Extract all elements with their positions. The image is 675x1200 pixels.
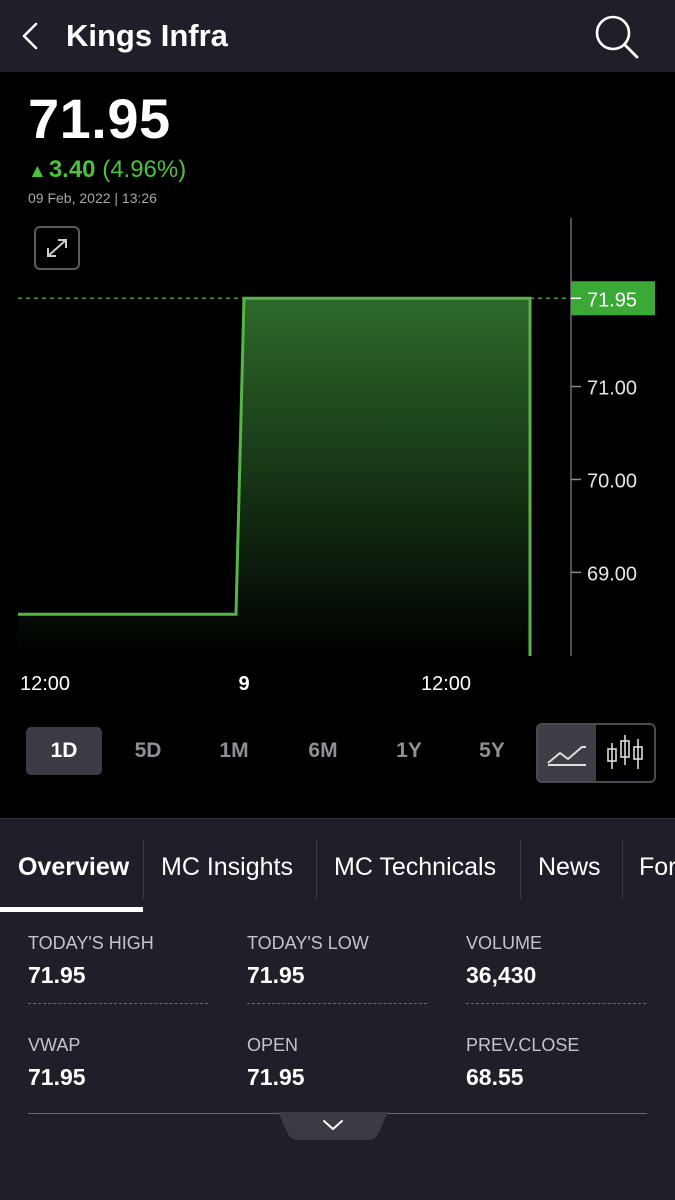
- tab-forum[interactable]: For: [639, 819, 675, 914]
- y-tick-label: 69.00: [587, 563, 637, 585]
- divider: [466, 1003, 646, 1004]
- stat-volume: VOLUME 36,430: [466, 933, 646, 989]
- search-icon: [595, 15, 639, 59]
- price-change: ▲3.40 (4.96%): [28, 156, 186, 184]
- stat-label: VOLUME: [466, 933, 543, 953]
- search-button[interactable]: [592, 12, 642, 62]
- price-area-fill: [18, 298, 530, 656]
- range-6m[interactable]: 6M: [285, 727, 361, 775]
- content-tabs: Overview MC Insights MC Technicals News …: [0, 818, 675, 914]
- stat-prev-close: PREV.CLOSE 68.55: [466, 1035, 646, 1091]
- app-header: Kings Infra: [0, 0, 675, 72]
- tab-mc-insights[interactable]: MC Insights: [161, 819, 293, 914]
- stat-value: 68.55: [466, 1064, 524, 1090]
- chart-type-toggle: [536, 723, 656, 783]
- range-5y[interactable]: 5Y: [454, 727, 530, 775]
- x-tick-label: 9: [238, 673, 249, 695]
- stat-label: OPEN: [247, 1035, 299, 1055]
- stat-label: VWAP: [28, 1035, 81, 1055]
- stat-todays-low: TODAY'S LOW 71.95: [247, 933, 427, 989]
- price-chart[interactable]: 71.00 70.00 69.00 12:00 9 12:00 71.95: [0, 210, 675, 710]
- stat-label: TODAY'S HIGH: [28, 933, 154, 953]
- tab-overview[interactable]: Overview: [18, 819, 129, 914]
- stat-label: TODAY'S LOW: [247, 933, 369, 953]
- show-more-button[interactable]: [278, 1112, 388, 1142]
- y-tick-label: 70.00: [587, 470, 637, 492]
- range-1y[interactable]: 1Y: [371, 727, 447, 775]
- tab-divider: [316, 839, 317, 899]
- change-absolute: 3.40: [48, 156, 96, 183]
- up-arrow-icon: ▲: [28, 161, 47, 182]
- current-price-tag-label: 71.95: [587, 289, 637, 311]
- back-arrow-icon: [22, 22, 38, 50]
- fullscreen-button[interactable]: [34, 226, 80, 270]
- chevron-down-icon: [278, 1112, 388, 1140]
- time-range-selector: 1D 5D 1M 6M 1Y 5Y: [26, 727, 526, 775]
- line-chart-button[interactable]: [538, 725, 596, 781]
- divider: [247, 1003, 427, 1004]
- back-button[interactable]: [14, 18, 50, 54]
- tab-divider: [520, 839, 521, 899]
- stat-value: 71.95: [247, 1064, 305, 1090]
- stat-value: 71.95: [28, 962, 86, 988]
- x-tick-label: 12:00: [20, 673, 70, 695]
- change-percent: (4.96%): [102, 156, 187, 183]
- range-5d[interactable]: 5D: [110, 727, 186, 775]
- range-1m[interactable]: 1M: [196, 727, 272, 775]
- tab-mc-technicals[interactable]: MC Technicals: [334, 819, 496, 914]
- quote-timestamp: 09 Feb, 2022 | 13:26: [28, 190, 157, 206]
- tab-divider: [622, 839, 623, 899]
- stat-vwap: VWAP 71.95: [28, 1035, 208, 1091]
- candlestick-chart-button[interactable]: [596, 725, 654, 781]
- tab-divider: [143, 839, 144, 899]
- stat-todays-high: TODAY'S HIGH 71.95: [28, 933, 208, 989]
- active-tab-indicator: [0, 907, 143, 912]
- stat-value: 71.95: [28, 1064, 86, 1090]
- stat-value: 71.95: [247, 962, 305, 988]
- x-tick-label: 12:00: [421, 673, 471, 695]
- range-1d[interactable]: 1D: [26, 727, 102, 775]
- y-tick-label: 71.00: [587, 378, 637, 400]
- overview-stats: TODAY'S HIGH 71.95 TODAY'S LOW 71.95 VOL…: [0, 914, 675, 1200]
- current-price: 71.95: [28, 87, 171, 150]
- line-chart-icon: [547, 746, 586, 766]
- expand-icon: [47, 239, 67, 257]
- candlestick-icon: [607, 735, 643, 769]
- tab-news[interactable]: News: [538, 819, 601, 914]
- stat-open: OPEN 71.95: [247, 1035, 427, 1091]
- stat-label: PREV.CLOSE: [466, 1035, 580, 1055]
- divider: [28, 1003, 208, 1004]
- stock-title: Kings Infra: [66, 18, 228, 53]
- stat-value: 36,430: [466, 962, 537, 988]
